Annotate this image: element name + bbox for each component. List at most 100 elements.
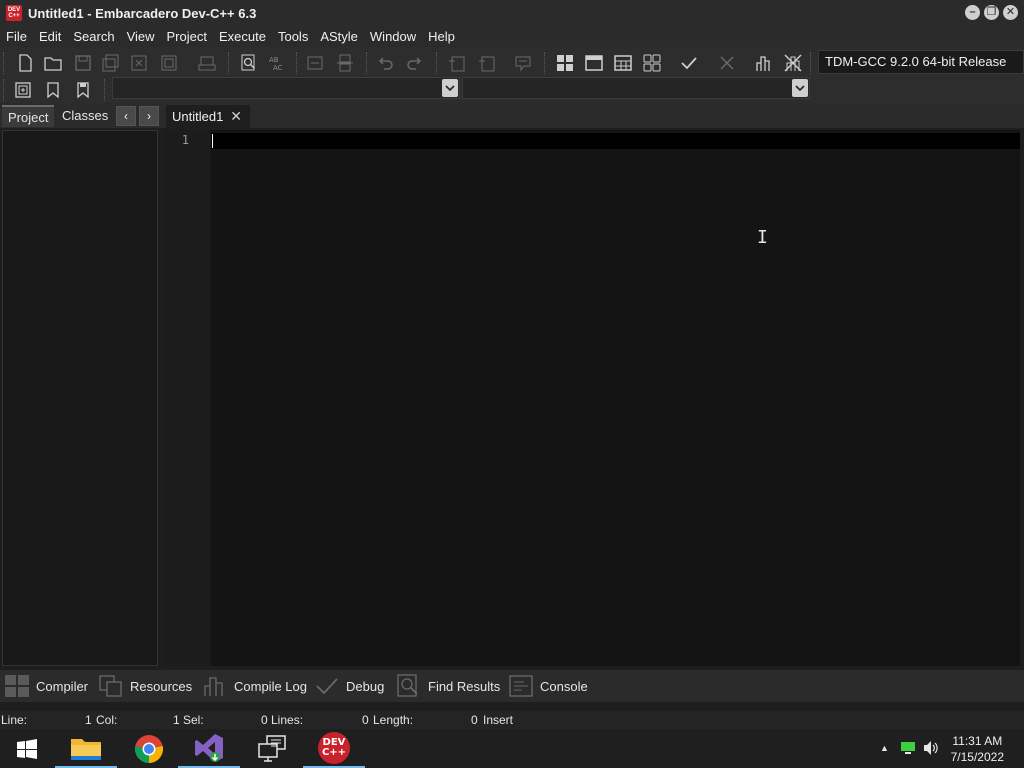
compile-run-icon[interactable] [612,52,634,74]
indent-icon[interactable] [304,52,326,74]
remove-from-project-icon[interactable] [476,52,498,74]
console-icon [509,675,533,697]
visual-studio-taskbar-button[interactable] [178,729,240,768]
replace-icon[interactable]: AB AC [266,52,288,74]
toggle-bookmark-icon[interactable] [42,79,64,101]
redo-icon[interactable] [404,52,426,74]
undo-icon[interactable] [374,52,396,74]
open-folder-icon[interactable] [42,52,64,74]
status-mode: Insert [483,713,514,727]
menu-edit[interactable]: Edit [33,26,67,47]
menu-search[interactable]: Search [67,26,120,47]
tab-console[interactable]: Console [508,674,588,698]
toolbar-grip[interactable] [3,52,6,74]
menu-help[interactable]: Help [422,26,461,47]
new-project-icon[interactable] [446,52,468,74]
syntax-check-icon[interactable] [678,52,700,74]
save-icon[interactable] [72,52,94,74]
menu-file[interactable]: File [0,26,33,47]
find-icon[interactable] [238,52,260,74]
tab-untitled1[interactable]: Untitled1 ✕ [166,105,250,128]
line-number: 1 [181,133,189,147]
toolbar-grip[interactable] [366,52,369,74]
show-hidden-icons-chevron-icon[interactable]: ▲ [880,743,889,753]
left-panel-tabs: Project Classes ‹ › [0,103,162,128]
menu-execute[interactable]: Execute [213,26,272,47]
menu-tools[interactable]: Tools [272,26,314,47]
svg-text:AB: AB [269,56,279,64]
toolbar-grip[interactable] [3,79,6,101]
toolbar-grip[interactable] [228,52,231,74]
menu-view[interactable]: View [121,26,161,47]
tab-compile-log[interactable]: Compile Log [202,674,307,698]
delete-profile-icon[interactable] [782,52,804,74]
toolbar-grip[interactable] [810,52,813,74]
status-lines-value: 0 [362,713,369,727]
close-file-icon[interactable] [128,52,150,74]
project-options-icon[interactable] [512,52,534,74]
rebuild-all-icon[interactable] [641,52,663,74]
toolbar-grip[interactable] [544,52,547,74]
status-lines-label: Lines: [271,713,304,727]
file-explorer-taskbar-button[interactable] [55,729,117,768]
tab-project[interactable]: Project [2,105,55,127]
close-button[interactable]: ✕ [1003,5,1018,20]
profile-icon[interactable] [752,52,774,74]
toolbar-grip[interactable] [436,52,439,74]
new-file-icon[interactable] [14,52,36,74]
print-icon[interactable] [196,52,218,74]
tab-compiler[interactable]: Compiler [4,674,88,698]
insert-snippet-icon[interactable] [12,79,34,101]
compile-icon[interactable] [554,52,576,74]
clock[interactable]: 11:31 AM 7/15/2022 [951,733,1004,765]
status-col-value: 1 [173,713,180,727]
resources-icon [99,675,122,697]
remote-desktop-taskbar-button[interactable] [241,729,303,768]
tab-find-results[interactable]: Find Results [396,674,500,698]
member-combo[interactable] [462,77,810,99]
chrome-taskbar-button[interactable] [118,729,180,768]
toolbar-area: AB AC TDM-GCC 9.2.0 64-bit Release [0,47,1024,103]
unindent-icon[interactable] [334,52,356,74]
menu-window[interactable]: Window [364,26,422,47]
menu-project[interactable]: Project [161,26,213,47]
title-bar: DEV C++ Untitled1 - Embarcadero Dev-C++ 6… [0,0,1024,26]
toolbar-grip[interactable] [296,52,299,74]
status-line-value: 1 [85,713,92,727]
tab-resources[interactable]: Resources [98,674,192,698]
text-caret [212,134,213,148]
devcpp-taskbar-button[interactable]: DEV C++ [303,729,365,768]
volume-icon[interactable] [922,740,940,756]
class-combo[interactable] [112,77,460,99]
tab-scroll-left-button[interactable]: ‹ [116,106,136,126]
project-browser[interactable] [2,130,158,666]
tab-find-results-label: Find Results [428,678,501,694]
minimize-button[interactable]: – [965,5,980,20]
status-sel-value: 0 [261,713,268,727]
goto-bookmark-icon[interactable] [72,79,94,101]
tab-label: Untitled1 [172,109,224,124]
windows-logo-icon [17,738,37,759]
save-all-icon[interactable] [100,52,122,74]
code-editor[interactable]: 1 I [165,130,1020,666]
chevron-down-icon[interactable] [442,79,458,97]
close-all-icon[interactable] [158,52,180,74]
tab-scroll-right-button[interactable]: › [139,106,159,126]
close-tab-icon[interactable]: ✕ [230,105,242,128]
run-icon[interactable] [583,52,605,74]
menu-astyle[interactable]: AStyle [314,26,364,47]
editor-tabs: Untitled1 ✕ [162,103,1024,128]
stop-execution-icon[interactable] [716,52,738,74]
chevron-down-icon[interactable] [792,79,808,97]
tab-resources-label: Resources [130,678,193,694]
network-icon[interactable] [900,741,916,755]
restore-button[interactable]: ❐ [984,5,999,20]
tab-debug[interactable]: Debug [314,674,384,698]
ibeam-cursor-icon: I [757,227,768,248]
current-line-highlight [211,133,1020,149]
start-button[interactable] [0,729,54,768]
compiler-select[interactable]: TDM-GCC 9.2.0 64-bit Release [818,50,1024,74]
tab-classes[interactable]: Classes [56,105,114,127]
taskbar: DEV C++ ▲ 11:31 AM 7/15/2022 [0,729,1024,768]
toolbar-grip[interactable] [104,79,107,101]
